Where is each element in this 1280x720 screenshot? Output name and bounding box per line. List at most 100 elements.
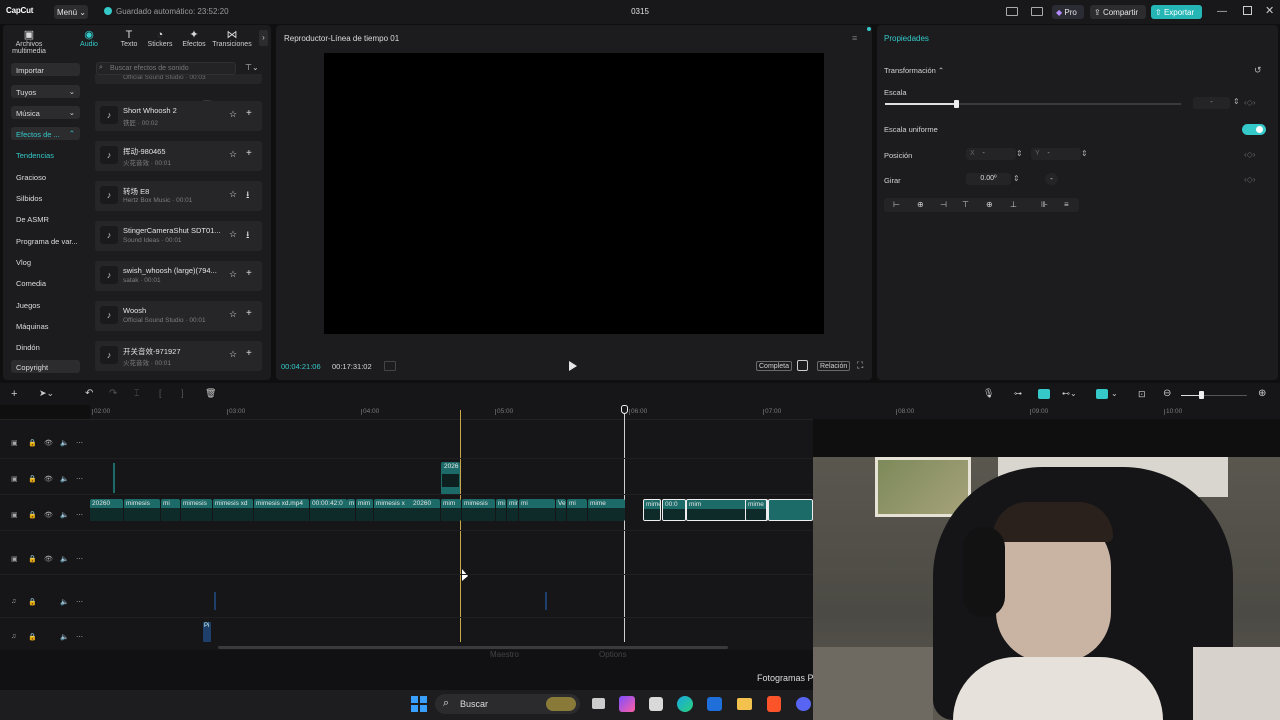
sound-card[interactable]: ♪ 开关音效-971927 火花音效 · 00:01 ☆ +	[95, 341, 262, 371]
more-icon[interactable]: ⋯	[76, 555, 83, 563]
scale-slider[interactable]	[885, 100, 1181, 108]
category-4[interactable]: Tendencias	[11, 148, 80, 161]
video-clip[interactable]: mimesis xd.mp4	[643, 499, 661, 521]
scale-value-field[interactable]: -	[1193, 97, 1230, 109]
split-icon[interactable]: ⌶	[134, 388, 139, 399]
category-7[interactable]: De ASMR	[11, 212, 80, 225]
favorite-star-icon[interactable]: ☆	[229, 269, 237, 280]
eye-icon[interactable]: 👁	[44, 555, 53, 563]
snap-icon[interactable]: ⊷⌄	[1062, 389, 1077, 398]
sound-card[interactable]: ♪ swish_whoosh (large)(794... satak · 00:0…	[95, 261, 262, 291]
track-type-icon[interactable]: ▣	[11, 475, 18, 483]
rotate-reset-button[interactable]: -	[1045, 173, 1058, 185]
more-icon[interactable]: ⋯	[76, 598, 83, 606]
align-center-v-icon[interactable]: ⊕	[986, 200, 993, 209]
filter-icon[interactable]: ⊤⌄	[245, 63, 259, 72]
category-11[interactable]: Juegos	[11, 298, 80, 311]
layout-icon[interactable]	[1006, 7, 1018, 16]
timeline-view-icon[interactable]	[384, 361, 396, 371]
lock-icon[interactable]: 🔒	[28, 511, 37, 519]
delete-icon[interactable]: 🗑	[205, 388, 216, 399]
sound-card[interactable]: ♪ StingerCameraShut SDT01... Sound Ideas ·…	[95, 221, 262, 251]
favorite-star-icon[interactable]: ☆	[229, 189, 237, 200]
discord-icon[interactable]	[796, 697, 811, 711]
more-icon[interactable]: ⋯	[76, 439, 83, 447]
tab-audio[interactable]: ◉ Audio	[75, 29, 103, 48]
mail-icon[interactable]	[707, 697, 722, 711]
y-stepper-icon[interactable]: ⇕	[1081, 149, 1088, 158]
video-clip[interactable]: mimesis xd.mp4	[254, 499, 309, 521]
align-center-h-icon[interactable]: ⊕	[917, 200, 924, 209]
position-y-field[interactable]: Y -	[1031, 148, 1081, 160]
task-view-icon[interactable]	[592, 698, 605, 709]
align-left-icon[interactable]: ⊢	[893, 200, 900, 209]
distribute-v-icon[interactable]: ≡	[1064, 200, 1069, 209]
add-icon[interactable]: +	[246, 108, 252, 119]
video-clip[interactable]: mimesis	[124, 499, 160, 521]
category-8[interactable]: Programa de var...	[11, 234, 80, 247]
track-type-icon[interactable]: ▣	[11, 439, 18, 447]
favorite-star-icon[interactable]: ☆	[229, 309, 237, 320]
video-clip[interactable]: mi	[496, 499, 506, 521]
favorite-star-icon[interactable]: ☆	[229, 349, 237, 360]
track-type-icon[interactable]: ▣	[11, 555, 18, 563]
more-icon[interactable]: ⋯	[76, 633, 83, 641]
favorite-star-icon[interactable]: ☆	[229, 149, 237, 160]
category-6[interactable]: Silbidos	[11, 191, 80, 204]
windows-start-icon[interactable]	[411, 696, 427, 712]
video-clip[interactable]: mimesis	[462, 499, 495, 521]
video-clip[interactable]: Velocida	[556, 499, 566, 521]
video-clip[interactable]: mimesis xd	[213, 499, 253, 521]
add-icon[interactable]: +	[246, 348, 252, 359]
align-top-icon[interactable]: ⊤	[962, 200, 969, 209]
shortcuts-icon[interactable]	[1031, 7, 1043, 16]
undo-icon[interactable]: ↶	[85, 388, 93, 399]
distribute-h-icon[interactable]: ⊪	[1041, 200, 1048, 209]
caption-icon[interactable]: ⊡	[1138, 389, 1146, 400]
export-button[interactable]: ⇧ Exportar	[1151, 5, 1202, 19]
video-clip[interactable]: mi	[161, 499, 180, 521]
video-clip[interactable]: 00:00:42:0	[310, 499, 347, 521]
video-clip[interactable]: mime	[588, 499, 625, 521]
video-clip[interactable]: 20260	[411, 499, 440, 521]
category-0[interactable]: Importar	[11, 63, 80, 76]
share-button[interactable]: ⇪ Compartir	[1090, 5, 1146, 19]
timeline-ruler[interactable]	[90, 405, 1280, 419]
lock-icon[interactable]: 🔒	[28, 598, 37, 606]
select-tool-icon[interactable]: ➤⌄	[39, 388, 54, 399]
video-clip[interactable]: mimesis x	[374, 499, 413, 521]
audio-clip[interactable]: Pi	[203, 622, 211, 642]
magnet-icon[interactable]	[1038, 389, 1050, 399]
category-2[interactable]: Música ⌄	[11, 106, 80, 119]
speaker-icon[interactable]: 🔈	[60, 555, 69, 563]
add-icon[interactable]: +	[246, 148, 252, 159]
link-clips-icon[interactable]: ⊶	[1014, 389, 1022, 398]
close-icon[interactable]: ✕	[1265, 4, 1274, 17]
zoom-out-icon[interactable]: ⊖	[1163, 388, 1171, 399]
video-clip[interactable]: mim	[356, 499, 373, 521]
microsoft365-icon[interactable]	[619, 696, 635, 712]
video-clip[interactable]: mimesis	[507, 499, 518, 521]
ratio-button[interactable]: Relación	[817, 361, 851, 371]
rotate-keyframe-icon[interactable]: ‹◇›	[1244, 175, 1255, 184]
download-icon[interactable]: ⭳	[246, 188, 250, 205]
fullscreen-icon[interactable]: ⛶	[857, 360, 863, 371]
scale-slider-handle[interactable]	[954, 100, 960, 108]
sound-card[interactable]: ♪ Short Whoosh 2 铁匠 · 00:02 ☆ +	[95, 101, 262, 131]
file-explorer-icon[interactable]	[737, 698, 752, 710]
align-bottom-icon[interactable]: ⊥	[1010, 200, 1017, 209]
audio-track-icon[interactable]: ♫	[11, 598, 16, 605]
speaker-icon[interactable]: 🔈	[60, 633, 69, 641]
speaker-icon[interactable]: 🔈	[60, 439, 69, 447]
position-x-field[interactable]: X -	[966, 148, 1016, 160]
align-right-icon[interactable]: ⊣	[940, 200, 947, 209]
partial-sound-card[interactable]: Official Sound Studio · 00:03	[95, 74, 262, 84]
chevron-down-icon[interactable]: ⌄	[1111, 389, 1118, 398]
preview-axis-icon[interactable]	[1096, 389, 1108, 399]
sound-card[interactable]: ♪ 挥动-980465 火花音效 · 00:01 ☆ +	[95, 141, 262, 171]
project-title[interactable]: 0315	[0, 7, 1280, 16]
tab-efectos[interactable]: ✦ Efectos	[180, 29, 208, 48]
favorite-star-icon[interactable]: ☆	[229, 109, 237, 120]
x-stepper-icon[interactable]: ⇕	[1016, 149, 1023, 158]
trim-right-icon[interactable]: ]	[181, 388, 184, 398]
